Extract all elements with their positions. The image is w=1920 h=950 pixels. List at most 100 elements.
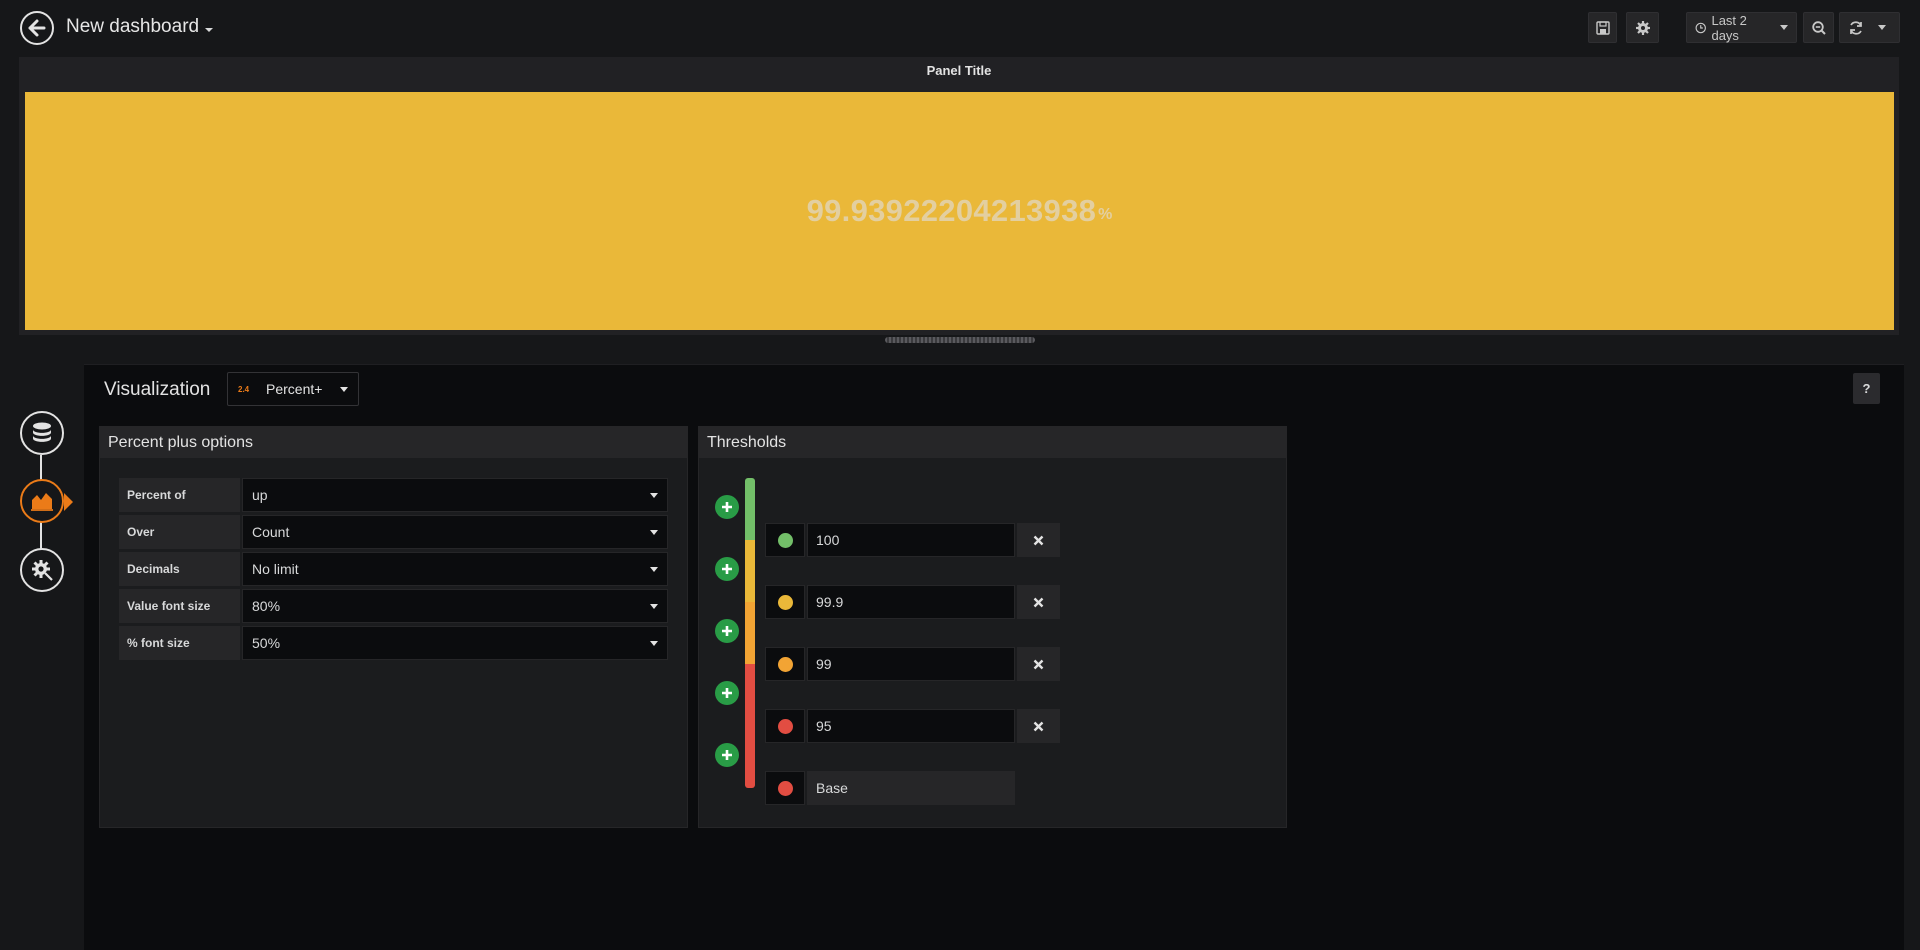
color-dot xyxy=(777,532,793,548)
chevron-down-icon xyxy=(650,493,658,498)
queries-tab[interactable] xyxy=(20,411,64,455)
color-dot xyxy=(777,718,793,734)
add-threshold-button[interactable] xyxy=(715,495,739,519)
chevron-down-icon xyxy=(650,567,658,572)
group-title: Thresholds xyxy=(699,427,1286,458)
refresh-interval-dropdown-icon[interactable] xyxy=(1878,25,1886,30)
threshold-row-base: Base xyxy=(765,771,1015,805)
option-value-font-size: Value font size 80% xyxy=(119,589,668,623)
panel-resize-handle[interactable] xyxy=(885,337,1035,343)
threshold-row: 95 xyxy=(765,709,1060,743)
zoom-out-icon xyxy=(1811,20,1826,35)
panel-title[interactable]: Panel Title xyxy=(19,63,1899,78)
threshold-bar-red xyxy=(745,664,755,788)
percent-of-select[interactable]: up xyxy=(242,478,668,512)
threshold-row: 99 xyxy=(765,647,1060,681)
chevron-down-icon xyxy=(650,530,658,535)
plus-icon xyxy=(722,688,732,698)
close-icon xyxy=(1033,597,1044,607)
dashboard-title: New dashboard xyxy=(66,16,200,37)
help-button[interactable]: ? xyxy=(1853,373,1880,404)
threshold-color-picker[interactable] xyxy=(765,585,805,619)
percent-font-size-select[interactable]: 50% xyxy=(242,626,668,660)
visualization-type-label: Percent+ xyxy=(266,381,323,397)
thresholds-group: Thresholds 100 99.9 99 95 Base xyxy=(698,426,1287,828)
chevron-down-icon xyxy=(205,28,214,32)
remove-threshold-button[interactable] xyxy=(1017,709,1060,743)
plus-icon xyxy=(722,564,732,574)
panel: Panel Title 99.93922204213938% xyxy=(19,57,1899,335)
value-font-size-select[interactable]: 80% xyxy=(242,589,668,623)
stat-unit: % xyxy=(1098,206,1113,223)
plus-icon xyxy=(722,750,732,760)
percent-plus-options-group: Percent plus options Percent of up Over … xyxy=(99,426,688,828)
over-select[interactable]: Count xyxy=(242,515,668,549)
visualization-thumbnail: 2.4 xyxy=(238,384,250,394)
dashboard-settings-button[interactable] xyxy=(1626,12,1659,43)
close-icon xyxy=(1033,721,1044,731)
visualization-icon xyxy=(31,493,53,511)
visualization-tab[interactable] xyxy=(20,479,64,523)
add-threshold-button[interactable] xyxy=(715,619,739,643)
threshold-color-picker[interactable] xyxy=(765,771,805,805)
threshold-value-input[interactable]: 99.9 xyxy=(807,585,1015,619)
zoom-out-button[interactable] xyxy=(1803,12,1834,43)
option-percent-font-size: % font size 50% xyxy=(119,626,668,660)
select-value: Count xyxy=(252,524,290,540)
add-threshold-button[interactable] xyxy=(715,743,739,767)
add-threshold-button[interactable] xyxy=(715,681,739,705)
back-button[interactable] xyxy=(20,11,54,45)
dashboard-title-dropdown[interactable]: New dashboard xyxy=(66,16,214,38)
threshold-value-input[interactable]: 95 xyxy=(807,709,1015,743)
threshold-color-picker[interactable] xyxy=(765,523,805,557)
chevron-down-icon xyxy=(650,604,658,609)
general-tab[interactable] xyxy=(20,548,64,592)
select-value: No limit xyxy=(252,561,299,577)
threshold-row: 99.9 xyxy=(765,585,1060,619)
option-label: Percent of xyxy=(119,478,240,512)
remove-threshold-button[interactable] xyxy=(1017,585,1060,619)
threshold-color-picker[interactable] xyxy=(765,647,805,681)
color-dot xyxy=(777,594,793,610)
remove-threshold-button[interactable] xyxy=(1017,523,1060,557)
option-label: Value font size xyxy=(119,589,240,623)
clock-icon xyxy=(1695,22,1706,33)
threshold-row: 100 xyxy=(765,523,1060,557)
group-title: Percent plus options xyxy=(100,427,687,458)
plus-icon xyxy=(722,626,732,636)
color-dot xyxy=(777,780,793,796)
time-range-picker[interactable]: Last 2 days xyxy=(1686,12,1797,43)
stat-value: 99.93922204213938 xyxy=(806,193,1097,228)
option-over: Over Count xyxy=(119,515,668,549)
visualization-type-picker[interactable]: 2.4 Percent+ xyxy=(227,372,359,406)
decimals-select[interactable]: No limit xyxy=(242,552,668,586)
threshold-bar-orange xyxy=(745,602,755,664)
select-value: 50% xyxy=(252,635,281,651)
visualization-heading: Visualization xyxy=(104,379,211,400)
option-label: % font size xyxy=(119,626,240,660)
close-icon xyxy=(1033,659,1044,669)
navbar: New dashboard Last 2 days xyxy=(0,0,1920,56)
chevron-down-icon xyxy=(650,641,658,646)
refresh-button[interactable] xyxy=(1839,12,1900,43)
save-icon xyxy=(1595,20,1610,35)
select-value: 80% xyxy=(252,598,281,614)
option-label: Decimals xyxy=(119,552,240,586)
save-dashboard-button[interactable] xyxy=(1588,12,1617,43)
threshold-value-input[interactable]: 99 xyxy=(807,647,1015,681)
active-tab-arrow xyxy=(64,493,73,511)
remove-threshold-button[interactable] xyxy=(1017,647,1060,681)
gear-icon xyxy=(1635,20,1650,35)
add-threshold-button[interactable] xyxy=(715,557,739,581)
threshold-bar-yellow xyxy=(745,540,755,602)
chevron-down-icon xyxy=(340,387,348,392)
color-dot xyxy=(777,656,793,672)
arrow-left-icon xyxy=(28,19,46,37)
time-range-label: Last 2 days xyxy=(1711,12,1747,43)
threshold-base-label: Base xyxy=(807,771,1015,805)
chevron-down-icon xyxy=(1780,25,1788,30)
singlestat-area: 99.93922204213938% xyxy=(25,92,1894,330)
threshold-color-picker[interactable] xyxy=(765,709,805,743)
select-value: up xyxy=(252,487,268,503)
threshold-value-input[interactable]: 100 xyxy=(807,523,1015,557)
